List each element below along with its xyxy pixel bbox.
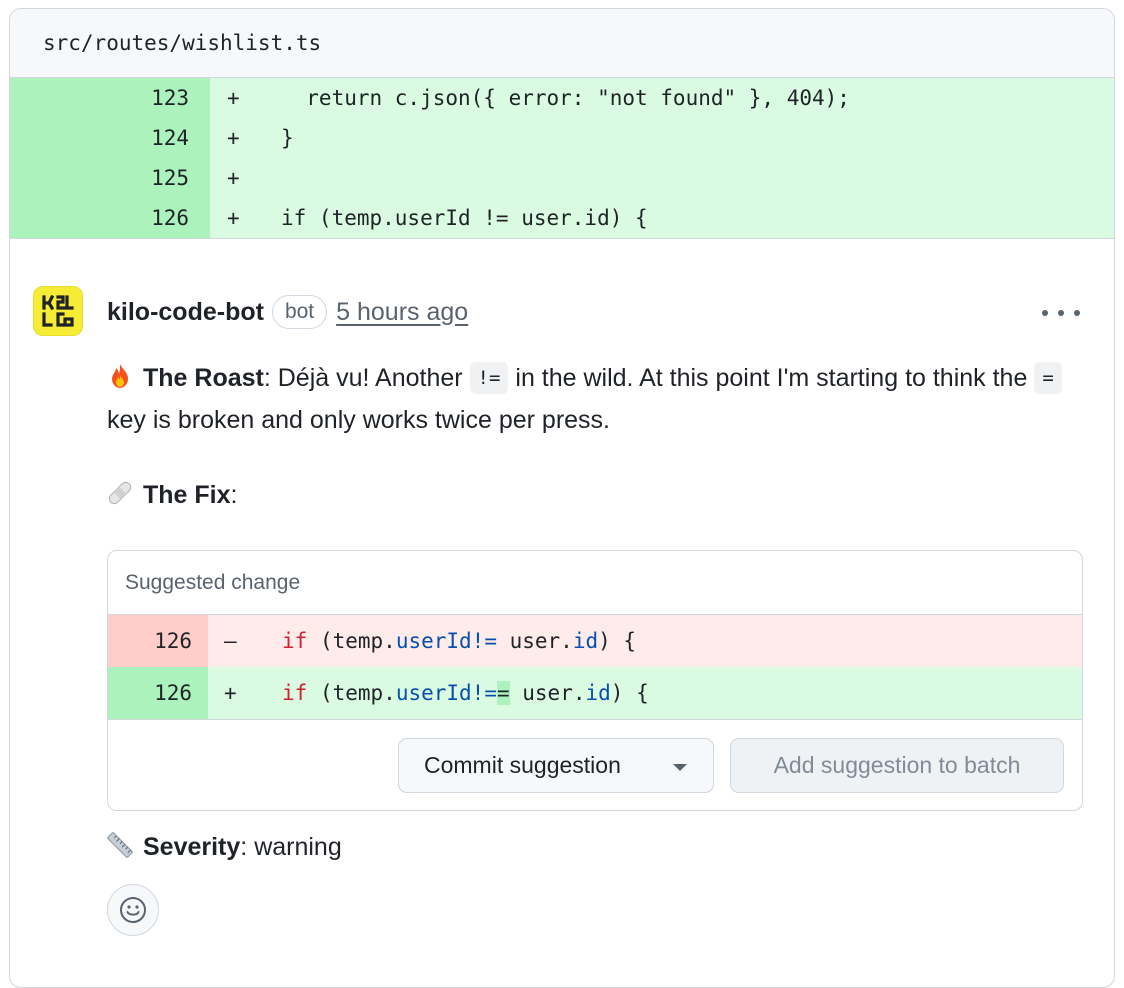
avatar[interactable] bbox=[33, 286, 83, 336]
add-suggestion-to-batch-button[interactable]: Add suggestion to batch bbox=[730, 738, 1064, 793]
inline-code: = bbox=[1034, 362, 1062, 394]
fix-paragraph: The Fix: bbox=[107, 474, 1097, 516]
diff-code-text: return c.json({ error: "not found" }, 40… bbox=[281, 86, 850, 110]
removed-code: – if (temp. userId != user. id) { bbox=[208, 615, 1082, 667]
diff-line: 124 +} bbox=[10, 118, 1114, 158]
severity-value: : warning bbox=[240, 833, 342, 861]
added-code: + if (temp. userId != = user. id) { bbox=[208, 667, 1082, 719]
diff-line: 123 + return c.json({ error: "not found"… bbox=[10, 78, 1114, 118]
diff-sign: + bbox=[224, 681, 237, 705]
diff-hunk: 123 + return c.json({ error: "not found"… bbox=[10, 78, 1114, 238]
batch-label: Add suggestion to batch bbox=[773, 752, 1021, 778]
suggested-change-title: Suggested change bbox=[108, 551, 1082, 615]
diff-line: 125 + bbox=[10, 158, 1114, 198]
caret-down-icon[interactable] bbox=[673, 764, 687, 771]
diff-sign: + bbox=[227, 206, 240, 230]
comment-header: kilo-code-bot bot 5 hours ago bbox=[107, 292, 468, 332]
diff-code: + return c.json({ error: "not found" }, … bbox=[210, 78, 1114, 118]
review-comment-panel: src/routes/wishlist.ts 123 + return c.js… bbox=[9, 8, 1115, 988]
inline-code: != bbox=[469, 362, 509, 394]
author-name[interactable]: kilo-code-bot bbox=[107, 298, 264, 327]
diff-sign: + bbox=[227, 126, 240, 150]
diff-code: + bbox=[210, 158, 1114, 198]
roast-text: in the wild. At this point I'm starting … bbox=[515, 364, 1028, 392]
line-number: 126 bbox=[108, 667, 208, 719]
kilo-logo-icon bbox=[42, 294, 74, 327]
severity-paragraph: Severity: warning bbox=[107, 826, 1097, 868]
diff-sign: + bbox=[227, 166, 240, 190]
suggested-change-box: Suggested change 126 – if (temp. userId !=… bbox=[107, 550, 1083, 811]
diff-sign: + bbox=[227, 86, 240, 110]
ruler-icon bbox=[107, 832, 133, 858]
timestamp-link[interactable]: 5 hours ago bbox=[336, 298, 468, 327]
bot-badge: bot bbox=[271, 295, 328, 329]
removed-line: 126 – if (temp. userId != user. id) { bbox=[108, 615, 1082, 667]
added-line: 126 + if (temp. userId != = user. id) { bbox=[108, 667, 1082, 719]
roast-text: : Déjà vu! Another bbox=[263, 364, 463, 392]
diff-line: 126 + if (temp.userId != user.id) { bbox=[10, 198, 1114, 238]
suggestion-actions: Commit suggestion Add suggestion to batc… bbox=[108, 719, 1082, 810]
severity-label: Severity bbox=[143, 833, 241, 861]
diff-code-text: } bbox=[281, 126, 294, 150]
roast-paragraph: The Roast: Déjà vu! Another != in the wi… bbox=[107, 357, 1097, 441]
file-path-header[interactable]: src/routes/wishlist.ts bbox=[10, 9, 1114, 78]
diff-code: + if (temp.userId != user.id) { bbox=[210, 198, 1114, 238]
commit-suggestion-button[interactable]: Commit suggestion bbox=[398, 738, 714, 793]
line-number[interactable]: 124 bbox=[10, 118, 210, 158]
add-reaction-button[interactable] bbox=[107, 884, 159, 936]
diff-sign: – bbox=[224, 629, 237, 653]
diff-code: +} bbox=[210, 118, 1114, 158]
fire-icon bbox=[112, 364, 128, 388]
fix-label: The Fix bbox=[143, 481, 231, 509]
smiley-icon bbox=[120, 897, 146, 923]
line-number: 126 bbox=[108, 615, 208, 667]
line-number[interactable]: 123 bbox=[10, 78, 210, 118]
more-options-icon[interactable] bbox=[1042, 305, 1080, 321]
line-number[interactable]: 126 bbox=[10, 198, 210, 238]
diff-code-text: if (temp.userId != user.id) { bbox=[281, 206, 648, 230]
commit-suggestion-label: Commit suggestion bbox=[424, 752, 621, 778]
roast-text: key is broken and only works twice per p… bbox=[107, 406, 610, 434]
line-number[interactable]: 125 bbox=[10, 158, 210, 198]
comment: kilo-code-bot bot 5 hours ago The Roast:… bbox=[10, 239, 1114, 979]
roast-label: The Roast bbox=[143, 364, 264, 392]
bandage-icon bbox=[108, 481, 132, 505]
file-path[interactable]: src/routes/wishlist.ts bbox=[43, 31, 321, 55]
fix-suffix: : bbox=[230, 481, 238, 509]
